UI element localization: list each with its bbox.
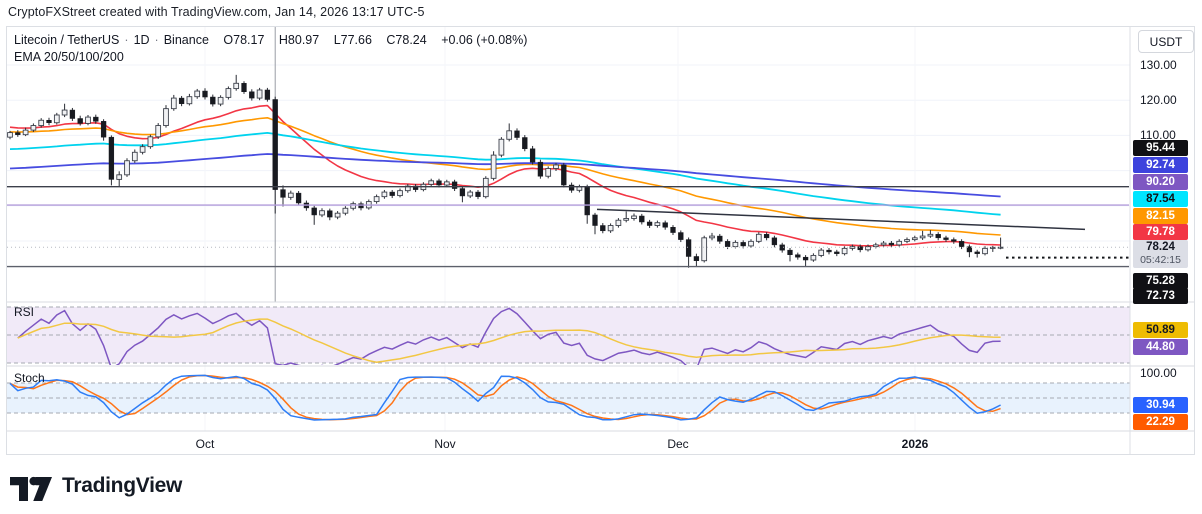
rsi-label-44.80: 44.80	[1133, 339, 1188, 355]
price-tick-130.00: 130.00	[1140, 58, 1177, 72]
ema-legend[interactable]: EMA 20/50/100/200	[14, 50, 124, 64]
symbol-name[interactable]: Litecoin / TetherUS·1D·Binance	[14, 33, 209, 47]
footer-logo[interactable]: TradingView	[10, 470, 182, 502]
ohlc-change: +0.06 (+0.08%)	[441, 33, 527, 47]
tradingview-logo-icon	[10, 470, 52, 502]
time-label-Dec[interactable]: Dec	[667, 437, 688, 451]
attribution-text: CryptoFXStreet created with TradingView.…	[8, 5, 425, 19]
current-price-value: 78.24	[1133, 241, 1188, 254]
ohlc-low: L77.66	[334, 33, 372, 47]
rsi-pane-title[interactable]: RSI	[14, 305, 34, 319]
chart-widget[interactable]	[6, 26, 1195, 455]
ohlc-open: O78.17	[223, 33, 264, 47]
price-label-79.78: 79.78	[1133, 224, 1188, 240]
time-label-Oct[interactable]: Oct	[196, 437, 215, 451]
rsi-label-50.89: 50.89	[1133, 322, 1188, 338]
stoch-label-30.94: 30.94	[1133, 397, 1188, 413]
price-label-72.73: 72.73	[1133, 288, 1188, 304]
ohlc-high: H80.97	[279, 33, 319, 47]
interval-label[interactable]: 1D	[134, 33, 150, 47]
ohlc-close: C78.24	[386, 33, 426, 47]
tradingview-brand-text: TradingView	[62, 474, 182, 498]
stoch-label-22.29: 22.29	[1133, 414, 1188, 430]
time-label-2026[interactable]: 2026	[902, 437, 929, 451]
current-price-label: 78.2405:42:15	[1133, 240, 1188, 268]
price-label-92.74: 92.74	[1133, 157, 1188, 173]
price-tick-120.00: 120.00	[1140, 93, 1177, 107]
stoch-pane-title[interactable]: Stoch	[14, 371, 45, 385]
price-label-95.44: 95.44	[1133, 140, 1188, 156]
price-label-87.54: 87.54	[1133, 191, 1188, 207]
symbol-legend[interactable]: Litecoin / TetherUS·1D·Binance O78.17 H8…	[14, 33, 538, 47]
bar-countdown: 05:42:15	[1133, 254, 1188, 267]
stoch-tick-100: 100.00	[1140, 366, 1177, 380]
time-label-Nov[interactable]: Nov	[434, 437, 455, 451]
exchange-label: Binance	[164, 33, 209, 47]
price-label-90.20: 90.20	[1133, 174, 1188, 190]
price-label-75.28: 75.28	[1133, 273, 1188, 289]
price-label-82.15: 82.15	[1133, 208, 1188, 224]
